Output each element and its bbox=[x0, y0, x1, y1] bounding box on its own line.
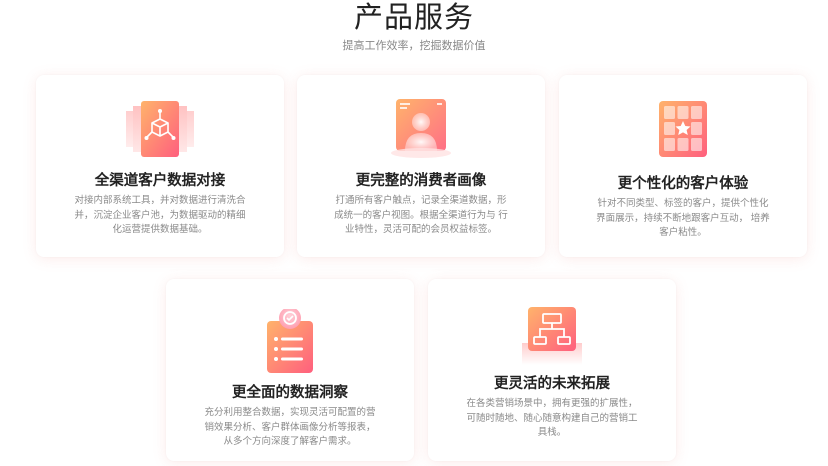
network-cube-icon bbox=[120, 97, 200, 161]
card-description: 打通所有客户触点，记录全渠道数据，形成统一的客户视图。根据全渠道行为与 行业特性… bbox=[334, 195, 508, 235]
star-grid-icon bbox=[643, 97, 723, 161]
service-card-personalized-experience: 更个性化的客户体验 针对不同类型、标签的客户，提供个性化界面展示，持续不断地跟客… bbox=[559, 75, 807, 257]
card-title: 全渠道客户数据对接 bbox=[94, 173, 226, 189]
user-profile-icon bbox=[381, 97, 461, 161]
card-title: 更全面的数据洞察 bbox=[232, 385, 348, 401]
service-card-data-insight: 更全面的数据洞察 充分利用整合数据，实现灵活可配置的营销效果分析、客户群体画像分… bbox=[166, 279, 414, 461]
card-title: 更个性化的客户体验 bbox=[617, 176, 749, 192]
service-card-future-expansion: 更灵活的未来拓展 在各类营销场景中，拥有更强的扩展性，可随时随地、随心随意构建自… bbox=[428, 279, 676, 461]
service-card-consumer-profile: 更完整的消费者画像 打通所有客户触点，记录全渠道数据，形成统一的客户视图。根据全… bbox=[297, 75, 545, 257]
card-description: 针对不同类型、标签的客户，提供个性化界面展示，持续不断地跟客户互动， 培养客户粘… bbox=[596, 198, 770, 238]
page-title: 产品服务 bbox=[353, 2, 474, 34]
data-insight-icon bbox=[250, 309, 330, 373]
card-title: 更灵活的未来拓展 bbox=[494, 376, 610, 392]
expansion-structure-icon bbox=[512, 303, 592, 367]
card-description: 充分利用整合数据，实现灵活可配置的营销效果分析、客户群体画像分析等报表，从多个方… bbox=[204, 407, 376, 447]
page-subtitle: 提高工作效率，挖掘数据价值 bbox=[342, 40, 486, 52]
card-title: 更完整的消费者画像 bbox=[355, 173, 487, 189]
card-description: 对接内部系统工具，并对数据进行清洗合并，沉淀企业客户池，为数据驱动的精细化运营提… bbox=[74, 195, 246, 235]
service-card-omnichannel: 全渠道客户数据对接 对接内部系统工具，并对数据进行清洗合并，沉淀企业客户池，为数… bbox=[36, 75, 284, 257]
card-description: 在各类营销场景中，拥有更强的扩展性，可随时随地、随心随意构建自己的营销工具栈。 bbox=[466, 398, 638, 438]
